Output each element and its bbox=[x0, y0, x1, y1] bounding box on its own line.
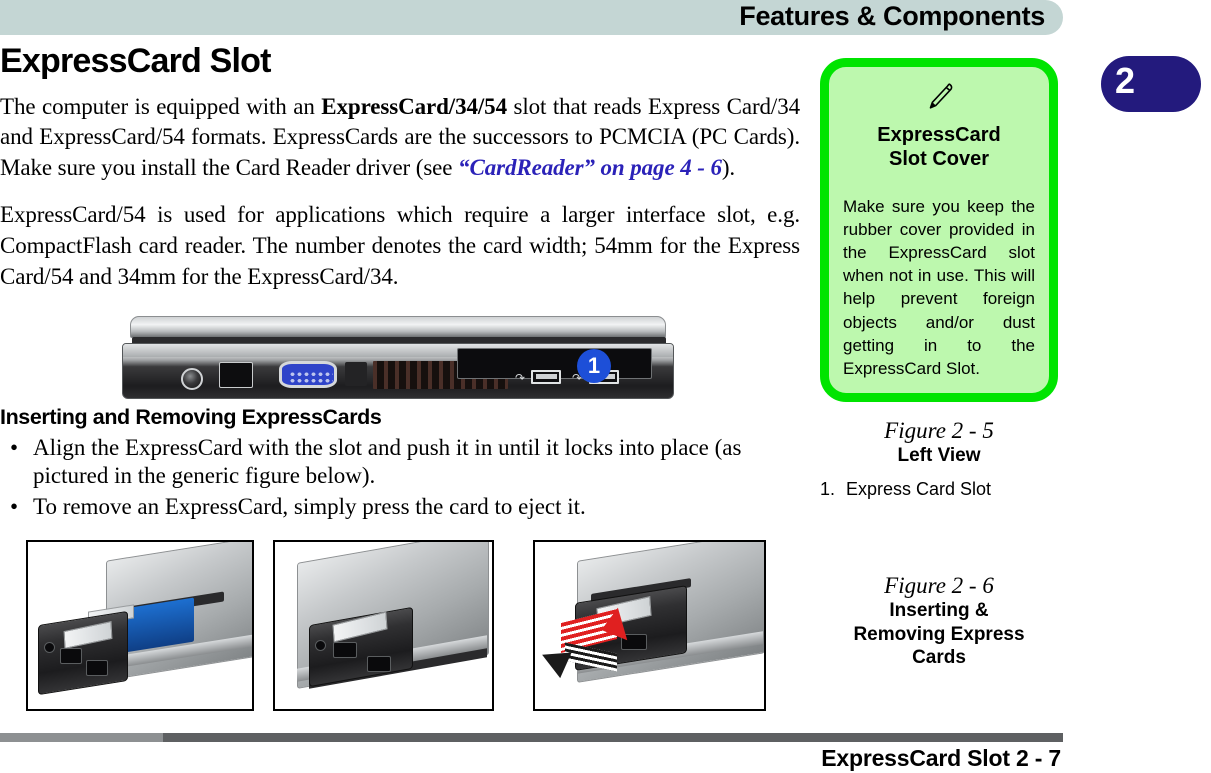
paragraph-intro-bold: ExpressCard/34/54 bbox=[321, 93, 507, 119]
chapter-number: 2 bbox=[1115, 60, 1136, 101]
list-item-number: 1. bbox=[820, 478, 836, 499]
list-item: • Align the ExpressCard with the slot and… bbox=[0, 434, 800, 491]
footer-rule-light-segment bbox=[0, 733, 163, 742]
note-box-expresscard-slot-cover: ExpressCard Slot Cover Make sure you kee… bbox=[820, 58, 1058, 402]
subsection-heading: Inserting and Removing ExpressCards bbox=[0, 405, 382, 429]
footer-text: ExpressCard Slot 2 - 7 bbox=[821, 745, 1061, 771]
list-item-label: Align the ExpressCard with the slot and … bbox=[33, 434, 742, 489]
paragraph-intro: The computer is equipped with an Express… bbox=[0, 92, 800, 184]
paragraph-intro-part3: ). bbox=[721, 154, 736, 180]
list-item: 1. Express Card Slot bbox=[820, 478, 1058, 501]
figure-2-6-title-line3: Cards bbox=[912, 646, 966, 668]
instructions-list: • Align the ExpressCard with the slot and… bbox=[0, 434, 800, 522]
main-content-column: ExpressCard Slot The computer is equippe… bbox=[0, 42, 800, 309]
figure-2-6-title-line2: Removing Express bbox=[853, 623, 1025, 645]
card-audio-jack bbox=[44, 642, 55, 653]
list-item-label: Express Card Slot bbox=[846, 478, 992, 499]
footer-rule bbox=[0, 733, 1063, 742]
card-usb-hole-2 bbox=[86, 660, 108, 676]
card-usb-hole-1 bbox=[333, 642, 357, 658]
laptop-left-view-figure: ↷ ↷ 1 bbox=[122, 312, 674, 401]
note-body-text: Make sure you keep the rubber cover prov… bbox=[843, 197, 1035, 378]
bullet-icon: • bbox=[10, 434, 19, 460]
pen-icon bbox=[829, 81, 1049, 115]
photo-insert-align bbox=[26, 540, 254, 711]
figure-2-6-title-line1: Inserting & bbox=[889, 600, 989, 622]
sidebar: ExpressCard Slot Cover Make sure you kee… bbox=[820, 58, 1064, 669]
figure-2-5-title: Left View bbox=[897, 445, 981, 467]
power-jack-port bbox=[181, 368, 203, 390]
speaker-grille bbox=[345, 362, 367, 386]
chapter-tab: 2 bbox=[1101, 56, 1201, 112]
note-title: ExpressCard Slot Cover bbox=[839, 123, 1039, 172]
cross-reference-link[interactable]: “CardReader” on page 4 - 6 bbox=[458, 155, 722, 180]
callout-marker-1: 1 bbox=[577, 349, 611, 383]
list-item-label: To remove an ExpressCard, simply press t… bbox=[33, 493, 586, 519]
card-audio-jack bbox=[315, 640, 326, 651]
figure-2-6-title: Inserting & Removing Express Cards bbox=[820, 599, 1058, 669]
note-title-line2: Slot Cover bbox=[888, 148, 990, 171]
vga-port bbox=[279, 361, 337, 388]
lan-port bbox=[219, 362, 253, 388]
usb-port-1 bbox=[531, 370, 561, 384]
section-heading: ExpressCard Slot bbox=[0, 42, 271, 80]
card-usb-hole-1 bbox=[60, 648, 82, 664]
page-title: Features & Components bbox=[739, 1, 1045, 31]
running-header: Features & Components bbox=[0, 0, 1063, 35]
note-title-line1: ExpressCard bbox=[877, 124, 1001, 146]
figure-2-5-caption: Figure 2 - 5 Left View bbox=[820, 418, 1058, 468]
photo-card-eject bbox=[533, 540, 766, 711]
expresscard-module bbox=[38, 610, 128, 696]
list-item: • To remove an ExpressCard, simply press … bbox=[0, 493, 800, 522]
photo-card-locked bbox=[273, 540, 494, 711]
figure-2-5-number: Figure 2 - 5 bbox=[884, 418, 994, 443]
usb-symbol-icon: ↷ bbox=[515, 371, 526, 385]
figure-2-6-number: Figure 2 - 6 bbox=[884, 573, 994, 598]
figure-2-5-item-list: 1. Express Card Slot bbox=[820, 478, 1058, 501]
paragraph-formats: ExpressCard/54 is used for applications … bbox=[0, 202, 800, 289]
figure-2-6-caption: Figure 2 - 6 Inserting & Removing Expres… bbox=[820, 573, 1058, 669]
card-usb-hole-2 bbox=[367, 656, 391, 672]
paragraph-intro-part1: The computer is equipped with an bbox=[0, 93, 322, 119]
insert-remove-section: Inserting and Removing ExpressCards • Ali… bbox=[0, 405, 800, 523]
laptop-lid bbox=[130, 316, 666, 338]
bullet-icon: • bbox=[10, 493, 19, 519]
